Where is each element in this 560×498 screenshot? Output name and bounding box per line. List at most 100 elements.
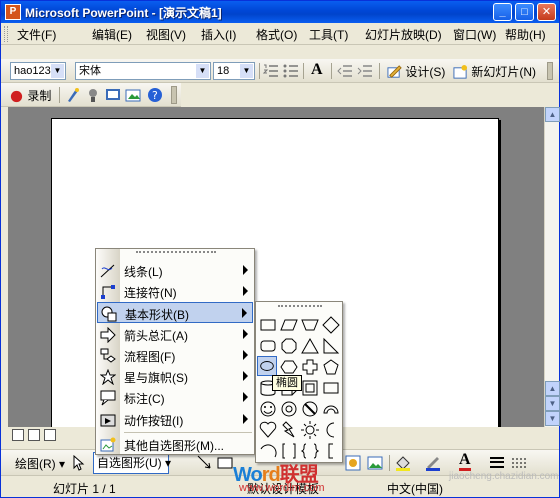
menu-edit[interactable]: 编辑(E) [92,26,132,43]
vertical-scrollbar[interactable]: ▲ ▲ ▼ ▼ [544,107,560,427]
submenu-arrow-icon [243,371,248,381]
select-objects-icon[interactable] [71,455,87,471]
triangle-shape-icon[interactable] [300,336,320,356]
scroll-up-icon[interactable]: ▲ [545,107,560,122]
menu-insert[interactable]: 插入(I) [201,26,236,43]
design-button[interactable]: 设计(S) [387,63,445,80]
menu-item-label: 基本形状(B) [125,308,189,322]
menu-item-block-arrows[interactable]: 箭头总汇(A) [97,324,253,345]
slide-view-icon[interactable] [105,87,121,103]
menu-file[interactable]: 文件(F) [17,26,56,43]
toolbar-options-grip[interactable] [547,62,553,80]
menu-drag-handle[interactable] [136,251,216,254]
style-select[interactable]: hao123 ▼ [10,62,66,80]
scroll-down-icon[interactable]: ▼ [545,396,560,411]
menu-window[interactable]: 窗口(W) [453,26,496,43]
insert-picture-icon[interactable] [367,455,383,471]
oval-shape-icon[interactable] [257,356,277,376]
chevron-down-icon[interactable]: ▼ [51,64,64,78]
decrease-indent-icon[interactable] [337,63,353,79]
powerpoint-window: P Microsoft PowerPoint - [演示文稿1] _ □ ✕ 文… [0,0,560,498]
trapezoid-shape-icon[interactable] [300,315,320,335]
heart-shape-icon[interactable] [258,420,278,440]
palette-drag-handle[interactable] [278,305,322,308]
menu-item-basic-shapes[interactable]: 基本形状(B) [97,302,253,323]
right-triangle-shape-icon[interactable] [321,336,341,356]
rectangle-tool-icon[interactable] [217,455,233,471]
slideshow-view-icon[interactable] [44,429,56,441]
menubar-grip[interactable] [4,26,8,42]
line-color-icon[interactable] [425,455,441,471]
parallelogram-shape-icon[interactable] [279,315,299,335]
smiley-face-icon[interactable] [258,399,278,419]
powerpoint-app-icon[interactable]: P [5,4,21,20]
bevel-shape-icon[interactable] [300,378,320,398]
draw-menu-button[interactable]: 绘图(R) ▾ [15,455,65,472]
sun-shape-icon[interactable] [300,420,320,440]
scroll-up-icon[interactable]: ▲ [545,381,560,396]
clipart-icon[interactable] [345,455,361,471]
close-window-button[interactable]: ✕ [537,3,556,21]
pentagon-shape-icon[interactable] [321,357,341,377]
chevron-down-icon[interactable]: ▼ [240,64,253,78]
rectangle-shape-icon[interactable] [258,315,278,335]
normal-view-icon[interactable] [12,429,24,441]
menu-tools[interactable]: 工具(T) [309,26,348,43]
arrow-tool-icon[interactable] [197,455,213,471]
moon-shape-icon[interactable] [321,420,341,440]
hexagon-shape-icon[interactable] [279,357,299,377]
narration-icon[interactable] [85,87,101,103]
record-button[interactable]: 录制 [9,87,51,104]
new-slide-icon [453,65,468,79]
donut-shape-icon[interactable] [279,399,299,419]
cross-shape-icon[interactable] [300,357,320,377]
menu-separator [124,432,252,433]
block-arrows-icon [100,327,116,343]
submenu-arrow-icon [242,308,247,318]
menu-item-stars-banners[interactable]: 星与旗帜(S) [97,366,253,387]
chevron-down-icon[interactable]: ▼ [196,64,209,78]
menu-item-flowchart[interactable]: 流程图(F) [97,345,253,366]
next-slide-icon[interactable]: ▼ [545,411,560,426]
help-icon[interactable]: ? [147,87,163,103]
toolbar-options-grip[interactable] [171,86,177,104]
menu-help[interactable]: 帮助(H) [505,26,546,43]
rounded-rectangle-shape-icon[interactable] [258,336,278,356]
formatting-toolbar: hao123 ▼ 宋体 ▼ 18 ▼ A 设计(S) 新幻灯片(N) [1,59,559,83]
font-size-select[interactable]: 18 ▼ [213,62,255,80]
menu-item-more-autoshapes[interactable]: 其他自选图形(M)... [97,434,253,455]
font-name-select[interactable]: 宋体 ▼ [75,62,211,80]
dash-style-icon[interactable] [511,455,527,471]
plaque-shape-icon[interactable] [321,378,341,398]
increase-font-size-button[interactable]: A [311,61,323,79]
menu-item-callouts[interactable]: 标注(C) [97,387,253,408]
wizard-icon[interactable] [65,87,81,103]
slide-sorter-view-icon[interactable] [28,429,40,441]
bullets-icon[interactable] [283,63,299,79]
left-bracket-shape-icon[interactable] [321,441,341,461]
menu-item-lines[interactable]: 线条(L) [97,260,253,281]
fill-color-icon[interactable] [395,455,411,471]
publish-icon[interactable] [125,87,141,103]
block-arc-shape-icon[interactable] [321,399,341,419]
new-slide-button[interactable]: 新幻灯片(N) [453,63,536,80]
menu-view[interactable]: 视图(V) [146,26,186,43]
increase-indent-icon[interactable] [357,63,373,79]
title-bar[interactable]: P Microsoft PowerPoint - [演示文稿1] _ □ ✕ [1,1,559,23]
line-style-icon[interactable] [489,455,505,471]
menu-item-connectors[interactable]: 连接符(N) [97,281,253,302]
minimize-button[interactable]: _ [493,3,512,21]
maximize-button[interactable]: □ [515,3,534,21]
numbering-icon[interactable] [263,63,279,79]
diamond-shape-icon[interactable] [321,315,341,335]
font-color-button[interactable]: A [459,452,471,471]
menu-item-label: 星与旗帜(S) [124,371,188,385]
watermark-url: www.wordlm.com [239,482,325,494]
menu-slideshow[interactable]: 幻灯片放映(D) [365,26,442,43]
menu-item-action-buttons[interactable]: 动作按钮(I) [97,409,253,430]
octagon-shape-icon[interactable] [279,336,299,356]
lightning-bolt-shape-icon[interactable] [279,420,299,440]
no-symbol-shape-icon[interactable] [300,399,320,419]
autoshapes-menu-button[interactable]: 自选图形(U) ▾ [93,452,171,474]
menu-format[interactable]: 格式(O) [256,26,297,43]
